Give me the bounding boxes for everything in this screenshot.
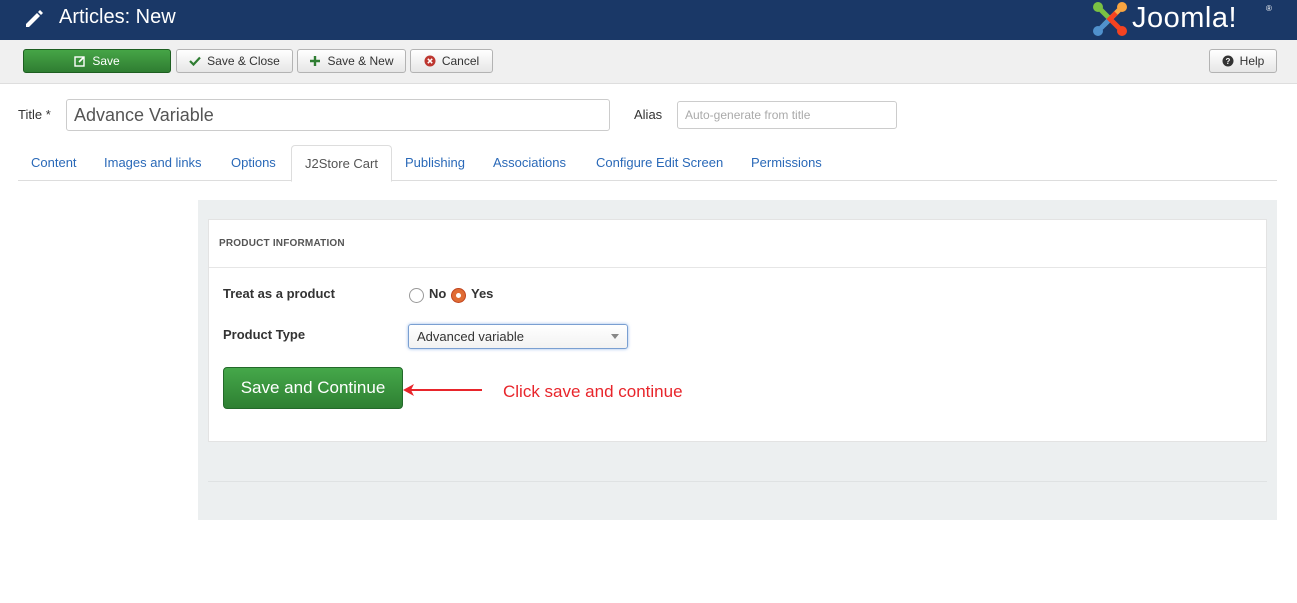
cancel-label: Cancel [441, 54, 480, 68]
card-header: PRODUCT INFORMATION [209, 220, 1266, 268]
check-icon [189, 56, 201, 67]
annotation-text: Click save and continue [503, 382, 683, 401]
tab-permissions[interactable]: Permissions [738, 145, 835, 181]
tab-content[interactable]: Content [18, 145, 90, 181]
save-button[interactable]: Save [23, 49, 171, 73]
tab-bar: Content Images and links Options J2Store… [18, 145, 1277, 182]
annotation-arrow-icon [403, 384, 482, 396]
registered-mark: ® [1266, 4, 1272, 13]
cancel-icon [424, 55, 436, 67]
save-close-button[interactable]: Save & Close [176, 49, 293, 73]
tab-associations[interactable]: Associations [480, 145, 579, 181]
joomla-logo[interactable]: Joomla! ® [1090, 0, 1290, 38]
tab-images-and-links[interactable]: Images and links [91, 145, 215, 181]
help-label: Help [1239, 54, 1265, 68]
section-title: PRODUCT INFORMATION [219, 238, 345, 249]
save-label: Save [92, 54, 120, 68]
question-icon: ? [1222, 55, 1234, 67]
radio-yes-label: Yes [471, 286, 494, 301]
pencil-icon [26, 10, 43, 27]
edit-icon [74, 56, 86, 67]
radio-yes[interactable] [451, 288, 466, 303]
tab-configure-edit-screen[interactable]: Configure Edit Screen [583, 145, 736, 181]
cancel-button[interactable]: Cancel [410, 49, 493, 73]
save-new-label: Save & New [327, 54, 394, 68]
toolbar: Save Save & Close Save & New Cancel ? He… [0, 40, 1297, 84]
joomla-logo-icon [1093, 2, 1127, 36]
svg-text:?: ? [1225, 57, 1230, 66]
title-input[interactable] [66, 99, 610, 131]
product-type-label: Product Type [223, 327, 306, 342]
tab-publishing[interactable]: Publishing [392, 145, 478, 181]
alias-label: Alias [634, 107, 663, 122]
save-close-label: Save & Close [207, 54, 280, 68]
product-type-value: Advanced variable [417, 329, 524, 344]
alias-input[interactable] [677, 101, 897, 129]
save-and-continue-button[interactable]: Save and Continue [223, 367, 403, 409]
divider [208, 481, 1267, 482]
radio-no-label: No [429, 286, 447, 301]
treat-as-product-label: Treat as a product [223, 286, 335, 301]
radio-no[interactable] [409, 288, 424, 303]
help-button[interactable]: ? Help [1209, 49, 1277, 73]
tab-j2store-cart[interactable]: J2Store Cart [291, 145, 392, 182]
tab-options[interactable]: Options [218, 145, 289, 181]
save-new-button[interactable]: Save & New [297, 49, 406, 73]
header-bar: Articles: New Joomla! ® [0, 0, 1297, 40]
joomla-logo-text: Joomla! [1132, 2, 1238, 34]
plus-icon [310, 56, 321, 66]
title-label: Title * [18, 107, 51, 122]
page-title: Articles: New [59, 6, 176, 28]
caret-down-icon [611, 334, 619, 339]
product-type-select[interactable]: Advanced variable [408, 324, 628, 349]
